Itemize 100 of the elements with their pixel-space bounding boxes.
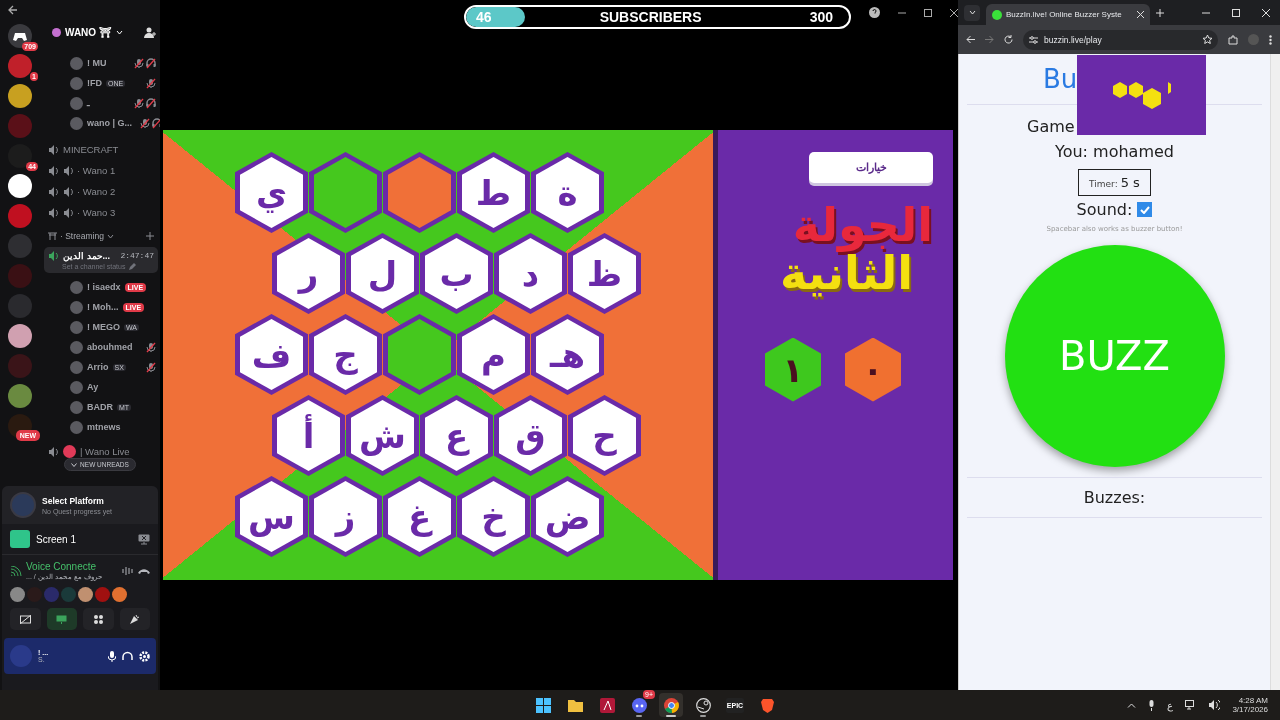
hex-tile[interactable]: د bbox=[494, 233, 567, 314]
input-language[interactable]: ع bbox=[1167, 699, 1174, 711]
channel-name[interactable]: حمد الدين... bbox=[63, 250, 117, 261]
channel-name[interactable]: · Wano 1 bbox=[77, 165, 116, 176]
member-name[interactable]: Arrio bbox=[87, 362, 109, 372]
user-avatar bbox=[70, 420, 83, 434]
steam-icon bbox=[695, 697, 711, 713]
member-name[interactable]: ! isaedx bbox=[87, 282, 121, 292]
hex-tile[interactable]: ر bbox=[272, 233, 345, 314]
hex-tile[interactable]: ف bbox=[235, 314, 308, 395]
chevron-up-icon[interactable] bbox=[1127, 702, 1137, 708]
soundboard-button[interactable] bbox=[119, 608, 150, 630]
waveform-icon[interactable] bbox=[122, 566, 134, 576]
hex-tile[interactable]: ع bbox=[420, 395, 493, 476]
microphone-icon[interactable] bbox=[1148, 699, 1156, 711]
add-member-icon[interactable] bbox=[144, 27, 156, 38]
tab-search-button[interactable] bbox=[964, 4, 980, 21]
browser-tab[interactable]: BuzzIn.live! Online Buzzer Syste bbox=[986, 4, 1150, 25]
server-icon[interactable] bbox=[8, 174, 32, 198]
settings-icon[interactable] bbox=[139, 650, 150, 662]
user-avatar[interactable] bbox=[78, 587, 93, 602]
more-options-icon[interactable] bbox=[1269, 34, 1272, 45]
stream-title[interactable]: Screen 1 bbox=[36, 533, 132, 545]
tile-letter: خ bbox=[481, 496, 506, 537]
headphones-icon[interactable] bbox=[122, 651, 133, 661]
tile-letter: ع bbox=[444, 415, 469, 456]
member-name[interactable]: ! MEGO bbox=[87, 322, 120, 332]
address-bar[interactable]: buzzin.live/play bbox=[1023, 29, 1218, 50]
game-controller-icon bbox=[631, 697, 647, 713]
new-tab-icon[interactable] bbox=[1156, 8, 1164, 17]
forward-arrow-icon[interactable] bbox=[985, 35, 994, 44]
member-name[interactable]: BADR bbox=[87, 402, 113, 412]
tile-letter: ب bbox=[439, 253, 474, 294]
hex-tile[interactable]: ج bbox=[309, 314, 382, 395]
site-settings-icon[interactable] bbox=[1029, 35, 1038, 44]
camera-off-button[interactable] bbox=[10, 608, 41, 630]
channel-name[interactable]: · Wano 3 bbox=[77, 207, 116, 218]
extensions-icon[interactable] bbox=[1228, 34, 1238, 45]
hex-tile[interactable]: م bbox=[457, 314, 530, 395]
hex-tile[interactable]: خ bbox=[457, 476, 530, 557]
member-name[interactable]: Ay bbox=[87, 382, 99, 392]
star-icon[interactable] bbox=[1203, 35, 1212, 44]
activities-button[interactable] bbox=[83, 608, 114, 630]
scrollbar[interactable] bbox=[1270, 54, 1280, 690]
hex-tile[interactable]: أ bbox=[272, 395, 345, 476]
server-name[interactable]: WANO ⛩ bbox=[65, 27, 112, 38]
sound-checkbox[interactable] bbox=[1137, 202, 1153, 217]
member-name[interactable]: mtnews bbox=[87, 422, 121, 432]
member-name[interactable]: abouhmed bbox=[87, 342, 133, 352]
hex-tile[interactable]: غ bbox=[383, 476, 456, 557]
user-avatar[interactable] bbox=[112, 587, 127, 602]
tile-letter: ح bbox=[592, 415, 617, 456]
quest-title[interactable]: Select Platform bbox=[42, 495, 113, 506]
player-name: You: mohamed bbox=[1055, 142, 1174, 161]
help-icon[interactable] bbox=[869, 7, 880, 18]
voice-status[interactable]: Voice Connecte bbox=[26, 561, 118, 572]
plus-icon[interactable] bbox=[146, 232, 154, 240]
hex-tile[interactable]: هـ bbox=[531, 314, 604, 395]
clock-time[interactable]: 4:28 AM bbox=[1238, 696, 1268, 705]
screen-share-icon bbox=[10, 530, 30, 548]
channel-name[interactable]: MINECRAFT bbox=[63, 144, 119, 155]
hex-tile[interactable]: ل bbox=[346, 233, 419, 314]
hex-tile[interactable]: ظ bbox=[568, 233, 641, 314]
hex-tile[interactable]: ض bbox=[531, 476, 604, 557]
close-icon[interactable] bbox=[950, 8, 958, 17]
member-name[interactable]: ـ bbox=[87, 98, 90, 108]
volume-icon[interactable] bbox=[1209, 700, 1221, 710]
hex-tile[interactable]: س bbox=[235, 476, 308, 557]
pencil-icon[interactable] bbox=[129, 263, 137, 270]
hex-tile[interactable]: ي bbox=[235, 152, 308, 233]
hex-tile[interactable]: ب bbox=[420, 233, 493, 314]
taskbar-app[interactable] bbox=[659, 693, 683, 717]
user-avatar[interactable] bbox=[10, 587, 25, 602]
member-name[interactable]: ! Moh... bbox=[87, 302, 119, 312]
member-name[interactable]: !FD bbox=[87, 78, 102, 88]
hang-up-icon[interactable] bbox=[138, 568, 150, 574]
hex-tile[interactable]: ح bbox=[568, 395, 641, 476]
hex-tile[interactable]: ط bbox=[457, 152, 530, 233]
server-icon[interactable] bbox=[8, 84, 32, 108]
member-name[interactable]: ! MU bbox=[87, 58, 107, 68]
reload-icon[interactable] bbox=[1004, 35, 1013, 44]
clock-date[interactable]: 3/17/2026 bbox=[1232, 705, 1268, 714]
maximize-icon[interactable] bbox=[924, 8, 932, 17]
microphone-icon[interactable] bbox=[108, 650, 116, 662]
triangle-logo-icon bbox=[599, 697, 615, 713]
category-name[interactable]: · Streaming bbox=[60, 231, 104, 241]
hex-tile[interactable]: ش bbox=[346, 395, 419, 476]
server-icon[interactable] bbox=[8, 324, 32, 348]
hex-tile[interactable]: ق bbox=[494, 395, 567, 476]
screen-share-button[interactable] bbox=[46, 608, 77, 630]
back-arrow-icon[interactable] bbox=[8, 5, 18, 15]
stop-stream-icon[interactable] bbox=[138, 533, 150, 545]
channel-name[interactable]: · Wano 2 bbox=[77, 186, 116, 197]
hex-tile[interactable]: ة bbox=[531, 152, 604, 233]
hex-tile[interactable]: ز bbox=[309, 476, 382, 557]
options-button[interactable]: خيارات bbox=[809, 152, 933, 183]
windows-logo-icon bbox=[535, 697, 551, 713]
running-indicator bbox=[700, 715, 706, 717]
channel-name[interactable]: | Wano Live bbox=[80, 446, 130, 457]
member-name[interactable]: wano | G... bbox=[87, 118, 133, 128]
